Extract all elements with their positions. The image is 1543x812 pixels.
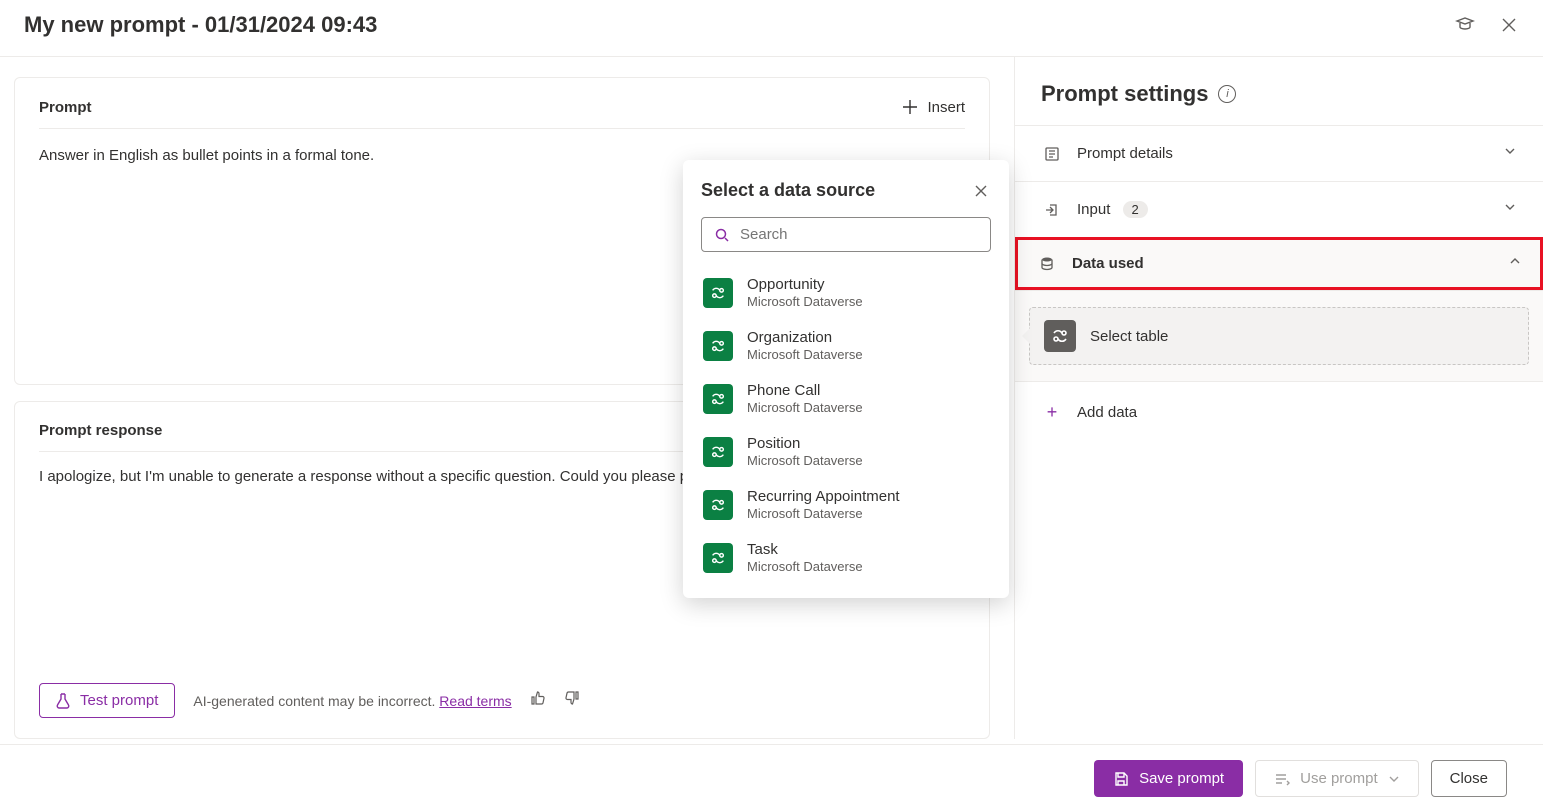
data-source-sub: Microsoft Dataverse (747, 559, 863, 574)
data-source-sub: Microsoft Dataverse (747, 506, 900, 521)
dataverse-icon (703, 278, 733, 308)
header-actions (1455, 15, 1519, 35)
dataverse-icon (703, 331, 733, 361)
info-icon[interactable]: i (1218, 85, 1236, 103)
settings-panel: Prompt settings i Prompt details Input 2 (1014, 57, 1543, 739)
search-input[interactable] (740, 226, 978, 243)
popover-title: Select a data source (701, 180, 875, 201)
data-source-sub: Microsoft Dataverse (747, 453, 863, 468)
data-source-popover: Select a data source Opportunity Microso… (683, 160, 1009, 598)
close-button[interactable]: Close (1431, 760, 1507, 797)
data-source-item[interactable]: Recurring Appointment Microsoft Datavers… (701, 478, 991, 531)
chevron-down-icon (1503, 144, 1517, 163)
dataverse-icon (703, 543, 733, 573)
ai-disclaimer: AI-generated content may be incorrect. R… (193, 693, 511, 709)
dataverse-icon (703, 437, 733, 467)
learn-icon[interactable] (1455, 15, 1475, 35)
data-source-name: Organization (747, 329, 863, 347)
data-source-sub: Microsoft Dataverse (747, 400, 863, 415)
accordion-input[interactable]: Input 2 (1015, 181, 1543, 237)
pointer-triangle (1022, 328, 1030, 344)
data-source-name: Position (747, 435, 863, 453)
details-icon (1041, 146, 1063, 162)
footer: Save prompt Use prompt Close (0, 744, 1543, 812)
chevron-down-icon (1388, 773, 1400, 785)
data-source-list: Opportunity Microsoft Dataverse Organiza… (701, 266, 991, 584)
data-source-name: Task (747, 541, 863, 559)
page-header: My new prompt - 01/31/2024 09:43 (0, 0, 1543, 57)
data-source-item[interactable]: Phone Call Microsoft Dataverse (701, 372, 991, 425)
select-table-button[interactable]: Select table (1029, 307, 1529, 365)
data-used-highlight: Data used (1015, 237, 1543, 290)
insert-button[interactable]: Insert (901, 98, 965, 116)
settings-title: Prompt settings (1041, 81, 1208, 107)
input-icon (1041, 202, 1063, 218)
insert-label: Insert (927, 99, 965, 116)
popover-close-icon[interactable] (971, 181, 991, 201)
input-count-badge: 2 (1123, 201, 1148, 218)
save-prompt-button[interactable]: Save prompt (1094, 760, 1243, 797)
add-data-button[interactable]: + Add data (1015, 381, 1543, 443)
plus-icon: + (1041, 402, 1063, 423)
data-source-name: Opportunity (747, 276, 863, 294)
chevron-down-icon (1503, 200, 1517, 219)
close-icon[interactable] (1499, 15, 1519, 35)
page-title: My new prompt - 01/31/2024 09:43 (24, 12, 377, 38)
dataverse-icon (703, 490, 733, 520)
thumbs-up-icon[interactable] (530, 690, 546, 711)
prompt-section-title: Prompt (39, 99, 92, 116)
data-source-sub: Microsoft Dataverse (747, 347, 863, 362)
data-source-item[interactable]: Opportunity Microsoft Dataverse (701, 266, 991, 319)
data-source-item[interactable]: Organization Microsoft Dataverse (701, 319, 991, 372)
database-icon (1036, 256, 1058, 272)
search-box[interactable] (701, 217, 991, 252)
dataverse-icon (703, 384, 733, 414)
data-source-sub: Microsoft Dataverse (747, 294, 863, 309)
search-icon (714, 227, 730, 243)
read-terms-link[interactable]: Read terms (439, 693, 511, 709)
accordion-data-used[interactable]: Data used (1018, 240, 1540, 287)
chevron-up-icon (1508, 254, 1522, 273)
use-prompt-button: Use prompt (1255, 760, 1419, 797)
dataverse-icon (1044, 320, 1076, 352)
data-source-name: Recurring Appointment (747, 488, 900, 506)
accordion-prompt-details[interactable]: Prompt details (1015, 125, 1543, 181)
thumbs-down-icon[interactable] (564, 690, 580, 711)
data-source-name: Phone Call (747, 382, 863, 400)
data-source-item[interactable]: Task Microsoft Dataverse (701, 531, 991, 584)
data-source-item[interactable]: Position Microsoft Dataverse (701, 425, 991, 478)
test-prompt-button[interactable]: Test prompt (39, 683, 175, 718)
data-used-body: Select table (1015, 290, 1543, 381)
